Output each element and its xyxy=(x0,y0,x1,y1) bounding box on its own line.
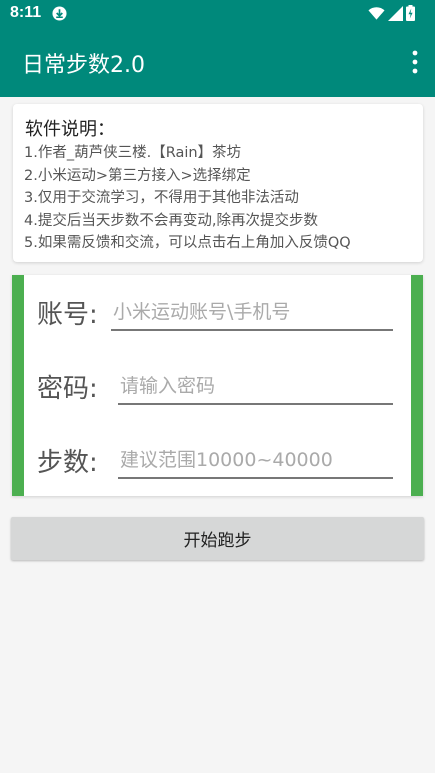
status-bar: 8:11 xyxy=(0,0,435,28)
start-running-button[interactable]: 开始跑步 xyxy=(11,517,424,560)
info-line-2: 2.小米运动>第三方接入>选择绑定 xyxy=(24,167,251,184)
info-line-1: 1.作者_葫芦侠三楼.【Rain】茶坊 xyxy=(24,145,242,161)
info-line-3: 3.仅用于交流学习，不得用于其他非法活动 xyxy=(24,190,299,206)
app-bar: 日常步数2.0 xyxy=(0,28,435,97)
info-lines: 1.作者_葫芦侠三楼.【Rain】茶坊 2.小米运动>第三方接入>选择绑定 3.… xyxy=(24,142,351,255)
info-card: 软件说明： 1.作者_葫芦侠三楼.【Rain】茶坊 2.小米运动>第三方接入>选… xyxy=(13,104,423,262)
account-input[interactable] xyxy=(111,299,393,331)
steps-label: 步数: xyxy=(37,448,98,478)
app-title: 日常步数2.0 xyxy=(22,53,145,78)
account-label: 账号: xyxy=(37,300,98,330)
info-line-4: 4.提交后当天步数不会再变动,除再次提交步数 xyxy=(24,212,318,229)
cell-signal-icon xyxy=(388,5,403,21)
form-card: 账号: 密码: 步数: xyxy=(12,275,423,496)
info-line-5: 5.如果需反馈和交流，可以点击右上角加入反馈QQ xyxy=(24,235,351,251)
status-time: 8:11 xyxy=(10,4,42,21)
steps-input[interactable] xyxy=(118,447,393,479)
password-label: 密码: xyxy=(37,374,98,404)
accent-bar-right xyxy=(411,275,423,496)
download-icon xyxy=(52,6,67,21)
wifi-icon xyxy=(368,6,385,20)
overflow-menu-icon[interactable] xyxy=(411,50,419,74)
accent-bar-left xyxy=(12,275,24,496)
password-input[interactable] xyxy=(118,373,393,405)
battery-icon xyxy=(406,5,415,21)
info-title: 软件说明： xyxy=(25,119,115,140)
